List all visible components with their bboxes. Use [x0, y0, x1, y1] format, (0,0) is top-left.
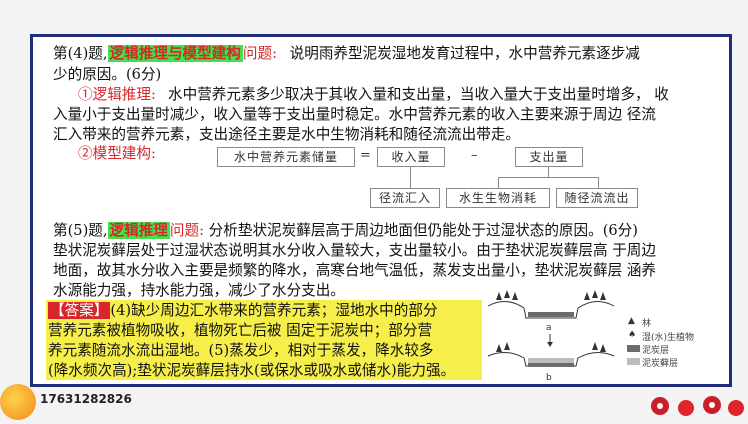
- equals-sign: =: [360, 148, 371, 163]
- answer-line1: 【答案】 (4)缺少周边汇水带来的营养元素；湿地水中的部分: [48, 302, 438, 320]
- connector-expense-branch: [498, 177, 599, 178]
- runoff-in-box: 径流汇入: [370, 188, 440, 208]
- decorative-corner-icon: [640, 392, 748, 420]
- q5-body-line3: 水源能力强，持水能力强，减少了水分支出。: [53, 282, 345, 299]
- peat-layer-b: [528, 363, 574, 367]
- legend-peat-label: 泥炭层: [642, 346, 670, 356]
- connector-bio: [498, 177, 499, 188]
- moss-layer-b: [528, 358, 574, 363]
- moss-swatch: [627, 358, 640, 365]
- income-box: 收入量: [377, 147, 445, 167]
- legend-moss-label: 泥炭藓层: [642, 359, 679, 369]
- q5-header-line: 第(5)题, 逻辑推理 问题: 分析垫状泥炭藓层高于周边地面但仍能处于过湿状态的原因…: [53, 222, 638, 240]
- q4-model-label: ②模型建构:: [78, 145, 156, 162]
- legend-plant-label: 湿(水)生植物: [642, 333, 695, 343]
- q4-header-line: 第(4)题, 逻辑推理与模型建构 问题: 说明雨养型泥炭湿地发育过程中，水中营养元素…: [53, 45, 640, 63]
- q4-tag: 逻辑推理与模型建构: [107, 45, 243, 62]
- bio-use-box: 水生生物消耗: [446, 188, 550, 208]
- connector-out: [598, 177, 599, 188]
- runoff-out-box: 随径流流出: [556, 188, 638, 208]
- peat-layer-a: [528, 312, 574, 317]
- q4-reasoning-label: ①逻辑推理:: [78, 86, 156, 103]
- answer-text-1: (4)缺少周边汇水带来的营养元素；湿地水中的部分: [110, 302, 438, 319]
- legend-tree-label: 林: [642, 319, 652, 329]
- q4-question-word: 问题: [242, 45, 273, 62]
- q4-reasoning-line3: 汇入带来的营养元素，支出途径主要是水中生物消耗和随径流流出带走。: [53, 126, 521, 143]
- q5-label: 第(5)题,: [53, 222, 108, 239]
- q4-reasoning-line1: 水中营养元素多少取决于其收入量和支出量，当收入量大于支出量时增多， 收: [168, 86, 669, 103]
- answer-line4: (降水频次高);垫状泥炭藓层持水(或保水或吸水或储水)能力强。: [48, 362, 456, 379]
- q4-question-line2: 少的原因。(6分): [53, 66, 162, 83]
- answer-line3: 养元素随流水流出湿地。(5)蒸发少，相对于蒸发，降水较多: [48, 342, 434, 359]
- emoji-sticker-icon: [0, 384, 36, 420]
- q5-tag: 逻辑推理: [107, 222, 170, 239]
- q5-body-line1: 垫状泥炭藓层处于过湿状态说明其水分收入量较大，支出量较小。由于垫状泥炭藓层高 于…: [53, 242, 656, 259]
- q4-colon: :: [272, 45, 277, 62]
- connector-income: [410, 167, 411, 188]
- label-b: b: [546, 373, 552, 383]
- q4-reasoning-line2: 入量小于支出量时减少，收入量等于支出量时稳定。水中营养元素的收入主要来源于周边 …: [53, 106, 656, 123]
- wetland-figure: a b: [487, 290, 615, 383]
- q5-colon: :: [199, 222, 205, 239]
- phone-number: 17631282826: [40, 392, 132, 406]
- answer-tag: 【答案】: [48, 302, 111, 319]
- tree-icon: ▲: [628, 316, 635, 326]
- arrow-head: [547, 342, 553, 347]
- trees-a: [496, 290, 606, 300]
- peat-swatch: [627, 345, 640, 352]
- q5-body-line2: 地面，故其水分收入主要是频繁的降水，高寒台地气温低，蒸发支出量小，垫状泥炭藓层 …: [53, 262, 656, 279]
- q4-label: 第(4)题,: [53, 45, 108, 62]
- q4-question-text: 说明雨养型泥炭湿地发育过程中，水中营养元素逐步减: [289, 45, 640, 62]
- expense-box: 支出量: [515, 147, 583, 167]
- answer-line2: 营养元素被植物吸收，植物死亡后被 固定于泥炭中；部分营: [48, 322, 433, 339]
- storage-box: 水中营养元素储量: [217, 147, 355, 167]
- label-a: a: [546, 323, 552, 333]
- connector-expense: [548, 167, 549, 177]
- minus-sign: –: [471, 148, 478, 163]
- q5-question-text: 分析垫状泥炭藓层高于周边地面但仍能处于过湿状态的原因。(6分): [208, 222, 638, 239]
- plant-icon: ♠: [628, 330, 637, 340]
- q5-question-word: 问题: [169, 222, 200, 239]
